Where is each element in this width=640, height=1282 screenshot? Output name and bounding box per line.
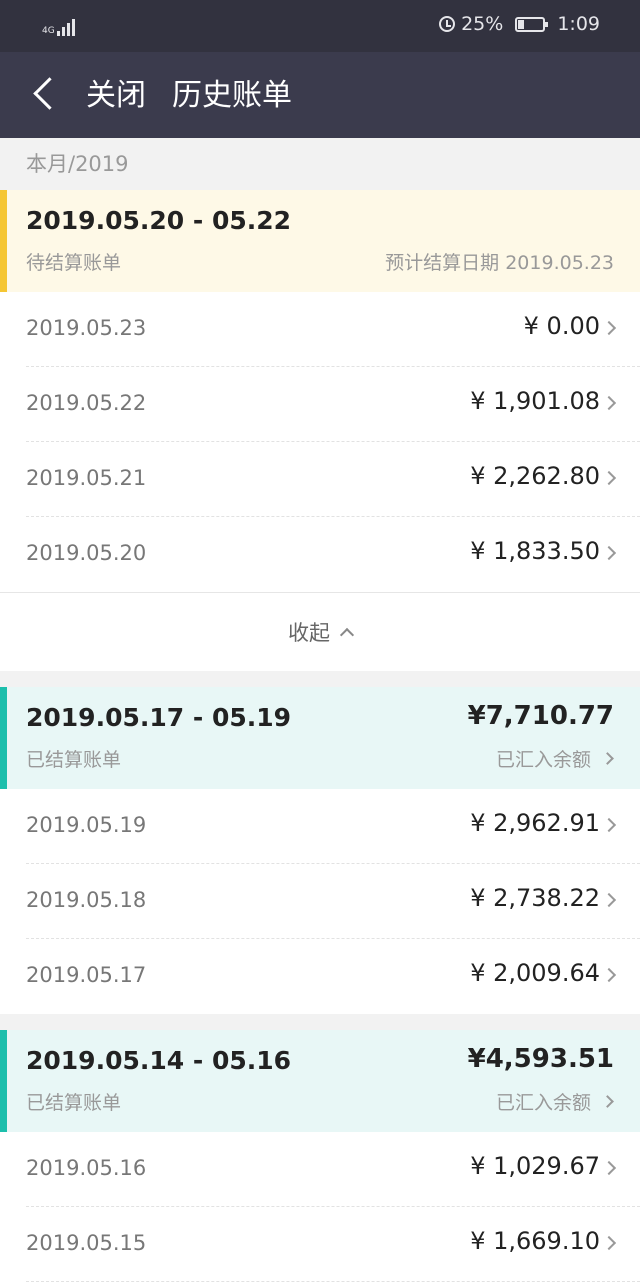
status-right: 25% 1:09 [439, 13, 600, 35]
group-status: 已结算账单 [26, 1092, 122, 1114]
group-total: ¥7,710.77 [467, 701, 614, 731]
row-date: 2019.05.21 [26, 466, 147, 490]
row-amount: ¥ 1,029.67 [470, 1152, 600, 1180]
bill-row[interactable]: 2019.05.19 ¥ 2,962.91 [0, 789, 640, 864]
group-status: 已结算账单 [26, 749, 122, 771]
battery-icon [515, 16, 549, 32]
row-amount: ¥ 2,262.80 [470, 462, 600, 490]
chevron-right-icon [601, 752, 614, 765]
group-date-range: 2019.05.14 - 05.16 [26, 1046, 292, 1075]
bill-row[interactable]: 2019.05.16 ¥ 1,029.67 [0, 1132, 640, 1207]
network-type: 4G [42, 26, 55, 36]
chevron-right-icon [601, 1095, 614, 1108]
row-amount: ¥ 2,962.91 [470, 809, 600, 837]
pending-group-header: 2019.05.20 - 05.22 待结算账单 预计结算日期 2019.05.… [0, 190, 640, 292]
group-status: 待结算账单 [26, 252, 122, 274]
signal-bars-icon [57, 18, 75, 36]
deposit-label: 已汇入余额 [495, 749, 591, 771]
bill-row[interactable]: 2019.05.23 ¥ 0.00 [0, 292, 640, 367]
deposit-link[interactable]: 已汇入余额 [496, 1088, 614, 1115]
section-gap [0, 671, 640, 687]
chevron-right-icon [601, 1235, 617, 1251]
bill-row[interactable]: 2019.05.20 ¥ 1,833.50 [0, 517, 640, 592]
row-date: 2019.05.15 [26, 1231, 147, 1255]
row-date: 2019.05.23 [26, 316, 147, 340]
collapse-button[interactable]: 收起 [0, 592, 640, 671]
page-title: 历史账单 [172, 78, 292, 113]
deposit-link[interactable]: 已汇入余额 [496, 745, 614, 772]
chevron-up-icon [339, 627, 355, 643]
row-amount: ¥ 1,833.50 [470, 537, 600, 565]
row-date: 2019.05.20 [26, 541, 147, 565]
battery-percent: 25% [461, 13, 504, 35]
chevron-right-icon [601, 395, 617, 411]
chevron-right-icon [601, 817, 617, 833]
chevron-right-icon [601, 1160, 617, 1176]
row-amount: ¥ 2,009.64 [470, 959, 600, 987]
month-header: 本月/2019 [0, 138, 640, 190]
bill-row[interactable]: 2019.05.22 ¥ 1,901.08 [0, 367, 640, 442]
group-date-range: 2019.05.17 - 05.19 [26, 703, 292, 732]
row-amount: ¥ 1,901.08 [470, 387, 600, 415]
status-bar: 4G 25% 1:09 [0, 0, 640, 52]
row-amount: ¥ 2,738.22 [470, 884, 600, 912]
section-gap [0, 1014, 640, 1030]
clock: 1:09 [557, 13, 600, 35]
row-date: 2019.05.17 [26, 963, 147, 987]
chevron-right-icon [601, 320, 617, 336]
close-button[interactable]: 关闭 [86, 76, 146, 116]
deposit-label: 已汇入余额 [495, 1092, 591, 1114]
bill-row[interactable]: 2019.05.17 ¥ 2,009.64 [0, 939, 640, 1014]
group-total: ¥4,593.51 [467, 1044, 614, 1074]
row-date: 2019.05.22 [26, 391, 147, 415]
chevron-right-icon [601, 470, 617, 486]
row-date: 2019.05.19 [26, 813, 147, 837]
back-icon[interactable] [33, 77, 66, 110]
bill-row[interactable]: 2019.05.18 ¥ 2,738.22 [0, 864, 640, 939]
row-amount: ¥ 0.00 [523, 312, 600, 340]
collapse-label: 收起 [288, 621, 330, 645]
alarm-icon [439, 16, 456, 32]
signal-indicator: 4G [42, 14, 75, 36]
row-amount: ¥ 1,669.10 [470, 1227, 600, 1255]
title-bar: 关闭 历史账单 [0, 52, 640, 138]
chevron-right-icon [601, 892, 617, 908]
settled-group-header[interactable]: 2019.05.14 - 05.16 已结算账单 ¥4,593.51 已汇入余额 [0, 1030, 640, 1132]
settled-group-header[interactable]: 2019.05.17 - 05.19 已结算账单 ¥7,710.77 已汇入余额 [0, 687, 640, 789]
row-date: 2019.05.16 [26, 1156, 147, 1180]
row-date: 2019.05.18 [26, 888, 147, 912]
group-date-range: 2019.05.20 - 05.22 [26, 206, 292, 235]
chevron-right-icon [601, 545, 617, 561]
estimated-settlement-date: 预计结算日期 2019.05.23 [385, 252, 614, 274]
bill-row[interactable]: 2019.05.21 ¥ 2,262.80 [0, 442, 640, 517]
chevron-right-icon [601, 967, 617, 983]
